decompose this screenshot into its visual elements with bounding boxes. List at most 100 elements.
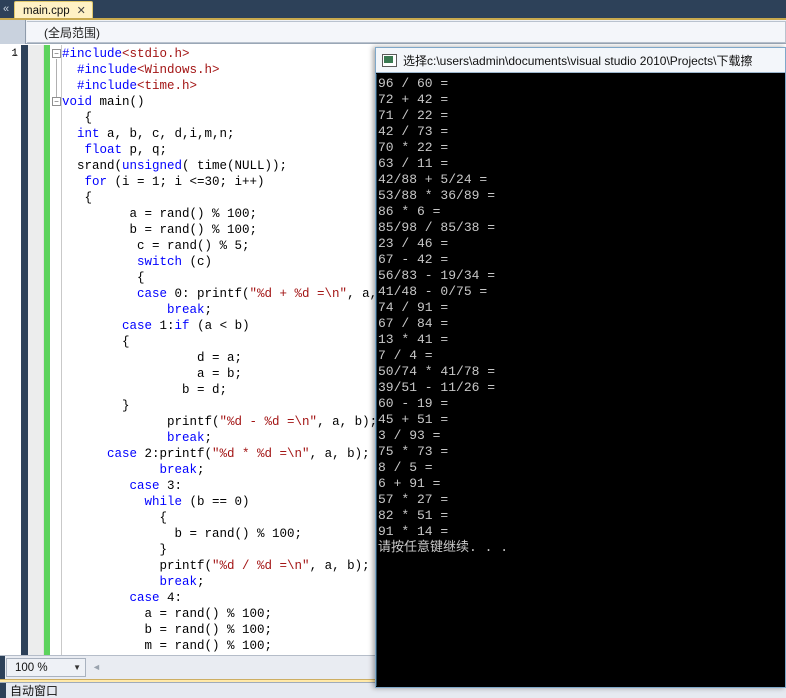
code-token: ( time(NULL));: [182, 159, 288, 173]
code-token: if: [174, 319, 190, 333]
code-token: #include: [62, 47, 123, 61]
console-line: 7 / 4 =: [378, 348, 433, 363]
scroll-left-arrow-icon[interactable]: ◄: [92, 662, 101, 672]
code-token: m = rand() % 100;: [62, 639, 273, 653]
console-line: 42/88 + 5/24 =: [378, 172, 488, 187]
scope-bar-left-edge: [0, 20, 26, 44]
console-line: 13 * 41 =: [378, 332, 449, 347]
zoom-level-value: 100 %: [15, 661, 48, 674]
tab-scroll-left-icon[interactable]: «: [0, 0, 12, 18]
code-token: for: [84, 175, 108, 189]
console-title-text: 选择c:\users\admin\documents\visual studio…: [403, 53, 753, 68]
console-line: 82 * 51 =: [378, 508, 449, 523]
code-token: }: [62, 399, 130, 413]
breakpoint-indicator-margin[interactable]: [28, 45, 44, 655]
console-line: 60 - 19 =: [378, 396, 449, 411]
code-token: b = rand() % 100;: [62, 623, 273, 637]
code-token: a, b, c, d,i,m,n;: [99, 127, 235, 141]
code-token: {: [62, 271, 145, 285]
close-icon[interactable]: ✕: [77, 4, 86, 17]
console-line: 85/98 / 85/38 =: [378, 220, 496, 235]
code-token: unsigned: [122, 159, 183, 173]
code-token: a = rand() % 100;: [62, 207, 258, 221]
console-line: 56/83 - 19/34 =: [378, 268, 496, 283]
tab-main-cpp-label: main.cpp: [23, 4, 70, 17]
console-line: 45 + 51 =: [378, 412, 449, 427]
tab-auto-window[interactable]: 自动窗口: [10, 684, 58, 698]
console-line: 8 / 5 =: [378, 460, 433, 475]
console-line: 42 / 73 =: [378, 124, 449, 139]
code-token: (a < b): [189, 319, 250, 333]
code-token: case: [137, 287, 168, 301]
console-app-icon: [382, 53, 397, 67]
code-token: 2:printf(: [137, 447, 213, 461]
code-token: ;: [197, 575, 205, 589]
console-line: 67 / 84 =: [378, 316, 449, 331]
status-strip-left-edge: [0, 656, 5, 679]
code-token: <Windows.h>: [137, 63, 220, 77]
fold-guide-line: [56, 59, 57, 99]
code-token: 0: printf(: [167, 287, 250, 301]
console-line: 6 + 91 =: [378, 476, 441, 491]
code-token: break: [167, 431, 205, 445]
code-token: (b == 0): [182, 495, 250, 509]
code-token: b = rand() % 100;: [62, 527, 303, 541]
console-line: 41/48 - 0/75 =: [378, 284, 488, 299]
code-token: ;: [197, 463, 205, 477]
code-token: 1:: [152, 319, 175, 333]
code-token: d = a;: [62, 351, 243, 365]
console-line: 57 * 27 =: [378, 492, 449, 507]
code-folding-margin[interactable]: [50, 45, 62, 655]
chevron-down-icon[interactable]: ▼: [73, 663, 81, 672]
scope-combobox[interactable]: (全局范围): [27, 21, 786, 43]
console-line: 86 * 6 =: [378, 204, 441, 219]
code-token: printf(: [62, 415, 220, 429]
code-token: <stdio.h>: [122, 47, 190, 61]
code-token: ;: [204, 303, 213, 317]
line-number-gutter: 1: [0, 45, 20, 655]
fold-toggle-includes[interactable]: −: [52, 49, 61, 58]
tab-main-cpp[interactable]: main.cpp ✕: [14, 1, 93, 19]
code-token: (i = 1; i <=30; i++): [107, 175, 265, 189]
code-token: float: [84, 143, 123, 157]
code-token: 4:: [159, 591, 183, 605]
console-window[interactable]: 选择c:\users\admin\documents\visual studio…: [375, 47, 786, 688]
code-token: break: [167, 303, 205, 317]
code-token: case: [107, 447, 138, 461]
code-token: , a, b);: [317, 415, 378, 429]
code-token: #include: [62, 63, 138, 77]
code-token: srand(: [62, 159, 123, 173]
code-token: case: [122, 319, 153, 333]
code-token: {: [62, 111, 93, 125]
console-title-bar[interactable]: 选择c:\users\admin\documents\visual studio…: [376, 48, 785, 73]
code-token: a = b;: [62, 367, 243, 381]
editor-left-rail: [21, 45, 28, 655]
console-line: 请按任意键继续. . .: [378, 540, 509, 555]
fold-toggle-main[interactable]: −: [52, 97, 61, 106]
code-token: main(): [92, 95, 145, 109]
scope-bar: (全局范围): [0, 20, 786, 44]
code-token: b = d;: [62, 383, 228, 397]
code-token: while: [144, 495, 183, 509]
console-line: 75 * 73 =: [378, 444, 449, 459]
console-line: 67 - 42 =: [378, 252, 449, 267]
code-token: , a, b);: [309, 447, 370, 461]
code-token: <time.h>: [137, 79, 198, 93]
code-token: {: [62, 191, 93, 205]
console-line: 63 / 11 =: [378, 156, 449, 171]
zoom-level-combobox[interactable]: 100 % ▼: [6, 658, 86, 677]
code-token: "%d / %d =\n": [212, 559, 310, 573]
